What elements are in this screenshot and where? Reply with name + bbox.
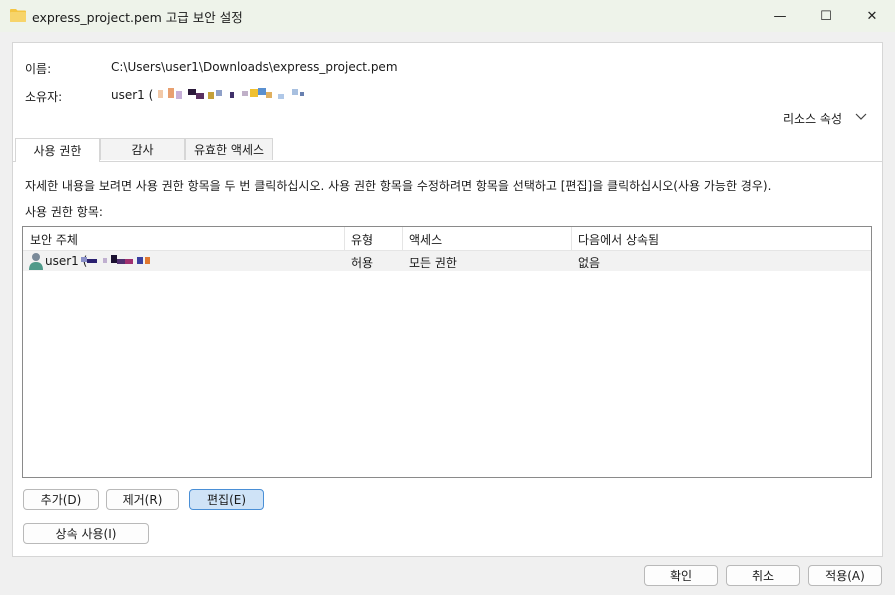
name-label: 이름:	[25, 62, 52, 76]
main-panel: 이름: C:\Users\user1\Downloads\express_pro…	[12, 42, 883, 557]
column-header-type[interactable]: 유형	[351, 231, 373, 248]
title-bar: express_project.pem 고급 보안 설정 — ☐ ✕	[0, 0, 895, 32]
tab-bar: 사용 권한 감사 유효한 액세스	[13, 138, 882, 162]
add-button[interactable]: 추가(D)	[23, 489, 99, 510]
permissions-description: 자세한 내용을 보려면 사용 권한 항목을 두 번 클릭하십시오. 사용 권한 …	[25, 179, 772, 193]
column-header-access[interactable]: 액세스	[409, 231, 442, 248]
tab-permissions[interactable]: 사용 권한	[15, 138, 100, 162]
column-divider[interactable]	[571, 227, 572, 250]
column-header-inherited-from[interactable]: 다음에서 상속됨	[578, 231, 659, 248]
permission-entries-label: 사용 권한 항목:	[25, 205, 103, 219]
folder-icon	[10, 9, 26, 22]
owner-value: user1 (	[111, 88, 154, 102]
apply-button[interactable]: 적용(A)	[808, 565, 882, 586]
chevron-down-icon[interactable]	[854, 109, 868, 123]
permission-entries-list[interactable]: 보안 주체 유형 액세스 다음에서 상속됨 user1 (허용 모든 권한 없…	[22, 226, 872, 478]
tab-auditing[interactable]: 감사	[100, 138, 185, 160]
cell-type: 허용	[351, 256, 374, 270]
column-divider[interactable]	[344, 227, 345, 250]
tab-effective-access[interactable]: 유효한 액세스	[185, 138, 273, 160]
resource-properties-label[interactable]: 리소스 속성	[783, 110, 842, 127]
owner-label: 소유자:	[25, 90, 63, 104]
edit-button[interactable]: 편집(E)	[189, 489, 264, 510]
minimize-button[interactable]: —	[757, 0, 803, 32]
maximize-button[interactable]: ☐	[803, 0, 849, 32]
name-value: C:\Users\user1\Downloads\express_project…	[111, 60, 398, 74]
table-row[interactable]: user1 ( 허용 모든 권한 없음	[23, 251, 871, 271]
enable-inheritance-button[interactable]: 상속 사용(I)	[23, 523, 149, 544]
redacted-owner-detail	[158, 88, 308, 102]
user-icon	[29, 253, 43, 270]
remove-button[interactable]: 제거(R)	[106, 489, 179, 510]
cell-inherited-from: 없음	[578, 256, 601, 270]
cancel-button[interactable]: 취소	[726, 565, 800, 586]
list-header: 보안 주체 유형 액세스 다음에서 상속됨	[23, 227, 871, 251]
column-header-principal[interactable]: 보안 주체	[30, 231, 78, 248]
window-title: express_project.pem 고급 보안 설정	[32, 10, 243, 25]
ok-button[interactable]: 확인	[644, 565, 718, 586]
redacted-principal-detail	[81, 255, 161, 267]
cell-access: 모든 권한	[409, 256, 457, 270]
close-button[interactable]: ✕	[849, 0, 895, 32]
column-divider[interactable]	[402, 227, 403, 250]
